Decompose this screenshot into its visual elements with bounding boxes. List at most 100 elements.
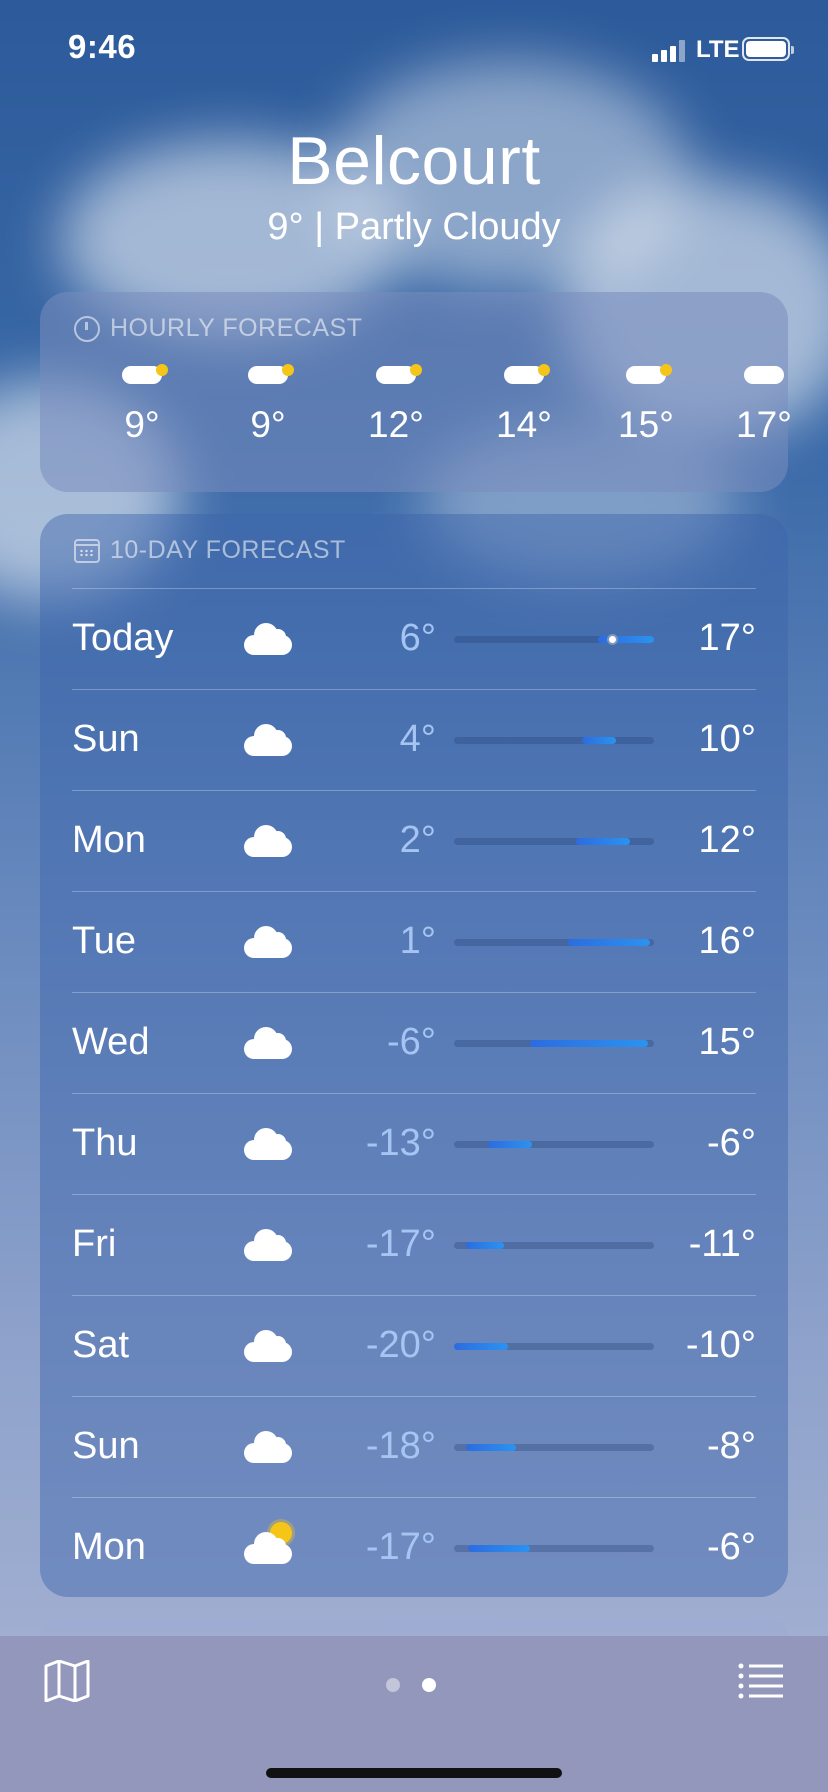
- temp-range-bar: [454, 737, 654, 744]
- signal-strength-icon: [652, 40, 686, 62]
- hourly-item: 9°: [92, 364, 192, 446]
- high-temp: 12°: [698, 819, 756, 861]
- partly-cloudy-icon: [474, 364, 574, 394]
- location-header: Belcourt 9° | Partly Cloudy: [0, 122, 828, 249]
- high-temp: -10°: [685, 1324, 756, 1366]
- cloud-icon: [244, 724, 294, 756]
- page-dot-2[interactable]: [422, 1678, 436, 1692]
- temp-range-fill: [568, 939, 650, 946]
- day-row[interactable]: Fri -17° -11°: [40, 1195, 788, 1295]
- temp-range-bar: [454, 634, 654, 645]
- low-temp: 6°: [399, 617, 436, 659]
- partly-cloudy-icon: [596, 364, 696, 394]
- low-temp: -13°: [365, 1122, 436, 1164]
- temp-range-bar: [454, 1545, 654, 1552]
- partly-cloudy-icon: [346, 364, 446, 394]
- high-temp: -11°: [688, 1223, 756, 1265]
- cloud-icon: [244, 1229, 294, 1261]
- hourly-item: 15°: [596, 364, 696, 446]
- hourly-temp: 14°: [496, 404, 552, 445]
- high-temp: 17°: [698, 617, 756, 659]
- temp-range-bar: [454, 1343, 654, 1350]
- home-indicator[interactable]: [266, 1768, 562, 1778]
- temp-range-fill: [468, 1545, 530, 1552]
- hourly-temp: 9°: [124, 404, 160, 445]
- temp-range-bar: [454, 1141, 654, 1148]
- temp-range-fill: [488, 1141, 532, 1148]
- cloud-icon: [244, 1027, 294, 1059]
- low-temp: 4°: [399, 718, 436, 760]
- hourly-item: 17°: [714, 364, 814, 446]
- high-temp: 10°: [698, 718, 756, 760]
- hourly-temp: 15°: [618, 404, 674, 445]
- status-bar: 9:46 LTE: [0, 0, 828, 100]
- hourly-forecast-card[interactable]: HOURLY FORECAST 9° 9° 12° 14° 15° 17°: [40, 292, 792, 492]
- current-temp-marker: [607, 634, 618, 645]
- battery-icon: [742, 37, 794, 61]
- cloud-icon: [714, 364, 814, 394]
- low-temp: -6°: [387, 1021, 436, 1063]
- temp-range-bar: [454, 838, 654, 845]
- temp-range-bar: [454, 1444, 654, 1451]
- day-name: Mon: [72, 819, 146, 861]
- day-row[interactable]: Thu -13° -6°: [40, 1094, 788, 1194]
- cloud-icon: [244, 926, 294, 958]
- hourly-item: 14°: [474, 364, 574, 446]
- hourly-forecast-title: HOURLY FORECAST: [110, 314, 363, 342]
- hourly-temp: 17°: [736, 404, 792, 445]
- hourly-item: 9°: [218, 364, 318, 446]
- ten-day-forecast-card[interactable]: 10-DAY FORECAST Today 6° 17° Sun 4° 10° Mon 2° 1…: [40, 514, 788, 1597]
- temp-range-fill: [582, 737, 616, 744]
- temp-range-bar: [454, 1040, 654, 1047]
- high-temp: -6°: [707, 1122, 756, 1164]
- hourly-forecast-header: HOURLY FORECAST: [74, 314, 362, 343]
- day-row[interactable]: Sat -20° -10°: [40, 1296, 788, 1396]
- partly-cloudy-icon: [218, 364, 318, 394]
- low-temp: -20°: [365, 1324, 436, 1366]
- ten-day-forecast-header: 10-DAY FORECAST: [74, 536, 346, 565]
- cloud-icon: [244, 1330, 294, 1362]
- low-temp: 2°: [399, 819, 436, 861]
- partly-sunny-icon: [244, 1522, 294, 1564]
- page-indicator[interactable]: [386, 1678, 436, 1692]
- hourly-temp: 12°: [368, 404, 424, 445]
- day-name: Mon: [72, 1526, 146, 1568]
- cloud-icon: [244, 623, 294, 655]
- cloud-icon: [244, 1128, 294, 1160]
- page-dot-1[interactable]: [386, 1678, 400, 1692]
- day-name: Tue: [72, 920, 137, 962]
- network-type: LTE: [696, 36, 740, 63]
- day-row[interactable]: Mon 2° 12°: [40, 791, 788, 891]
- ten-day-forecast-title: 10-DAY FORECAST: [110, 536, 346, 564]
- partly-cloudy-icon: [92, 364, 192, 394]
- cloud-icon: [244, 1431, 294, 1463]
- temp-range-fill: [530, 1040, 648, 1047]
- low-temp: 1°: [399, 920, 436, 962]
- day-name: Sat: [72, 1324, 130, 1366]
- high-temp: 15°: [698, 1021, 756, 1063]
- day-row[interactable]: Sun 4° 10°: [40, 690, 788, 790]
- day-row[interactable]: Tue 1° 16°: [40, 892, 788, 992]
- temp-range-bar: [454, 939, 654, 946]
- high-temp: 16°: [698, 920, 756, 962]
- day-name: Sun: [72, 718, 140, 760]
- day-name: Today: [72, 617, 174, 659]
- list-icon[interactable]: [738, 1662, 784, 1700]
- day-name: Thu: [72, 1122, 138, 1164]
- temp-range-fill: [454, 1343, 508, 1350]
- calendar-icon: [74, 538, 100, 563]
- map-icon[interactable]: [44, 1660, 90, 1702]
- day-row[interactable]: Wed -6° 15°: [40, 993, 788, 1093]
- temp-range-bar: [454, 1242, 654, 1249]
- day-name: Wed: [72, 1021, 150, 1063]
- low-temp: -17°: [365, 1223, 436, 1265]
- hourly-temp: 9°: [250, 404, 286, 445]
- day-row[interactable]: Sun -18° -8°: [40, 1397, 788, 1497]
- cloud-icon: [244, 825, 294, 857]
- day-name: Sun: [72, 1425, 140, 1467]
- day-row[interactable]: Today 6° 17°: [40, 589, 788, 689]
- low-temp: -18°: [365, 1425, 436, 1467]
- day-row[interactable]: Mon -17° -6°: [40, 1498, 788, 1598]
- status-time: 9:46: [68, 28, 137, 65]
- city-name: Belcourt: [287, 123, 541, 199]
